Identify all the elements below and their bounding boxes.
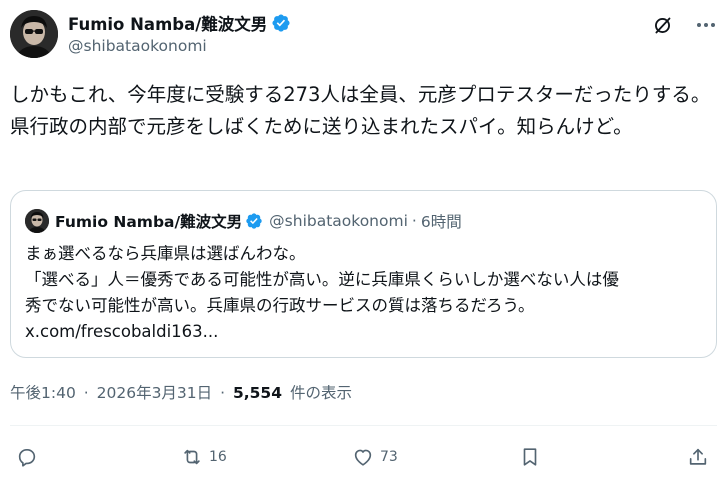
repost-icon bbox=[184, 449, 200, 465]
quoted-text-line: まぁ選べるなら兵庫県は選ばんわな。 bbox=[25, 244, 306, 263]
author-avatar[interactable] bbox=[10, 10, 58, 58]
post-header: Fumio Namba/難波文男 @shibataokonomi bbox=[10, 10, 717, 62]
post-time[interactable]: 午後1:40 bbox=[10, 384, 76, 402]
meta-separator: · bbox=[220, 384, 226, 402]
like-count: 73 bbox=[380, 449, 398, 465]
bookmark-icon bbox=[523, 448, 537, 466]
quoted-post-text: まぁ選べるなら兵庫県は選ばんわな。 「選べる」人＝優秀である可能性が高い。逆に兵… bbox=[25, 241, 707, 345]
grok-slash-icon[interactable] bbox=[651, 14, 673, 36]
quoted-text-line: 秀でない可能性が高い。兵庫県の行政サービスの質は落ちるだろう。 bbox=[25, 296, 535, 315]
more-dots-icon[interactable] bbox=[695, 14, 717, 36]
action-bar: 16 73 bbox=[10, 442, 717, 476]
heart-icon bbox=[354, 449, 372, 466]
author-display-name[interactable]: Fumio Namba/難波文男 bbox=[68, 11, 267, 35]
like-button[interactable]: 73 bbox=[351, 442, 398, 472]
quoted-link[interactable]: x.com/frescobaldi163... bbox=[25, 319, 707, 345]
post-timestamp-row: 午後1:40 · 2026年3月31日 · 5,554 件の表示 bbox=[10, 381, 352, 403]
meta-separator: · bbox=[83, 384, 89, 402]
repost-button[interactable]: 16 bbox=[180, 442, 227, 472]
post-body-text: しかもこれ、今年度に受験する273人は全員、元彦プロテスターだったりする。県行政… bbox=[10, 83, 711, 138]
reply-button[interactable] bbox=[16, 442, 43, 472]
quoted-text-line: 「選べる」人＝優秀である可能性が高い。逆に兵庫県くらいしか選べない人は優 bbox=[25, 270, 619, 289]
quoted-verified-badge-icon bbox=[246, 213, 262, 229]
bookmark-button[interactable] bbox=[519, 442, 546, 472]
share-button[interactable] bbox=[687, 442, 714, 472]
quoted-author-handle: @shibataokonomi bbox=[269, 212, 408, 230]
post-date[interactable]: 2026年3月31日 bbox=[97, 384, 213, 402]
quoted-meta-separator: · bbox=[411, 212, 417, 230]
author-handle[interactable]: @shibataokonomi bbox=[68, 37, 291, 55]
views-count: 5,554 bbox=[232, 384, 282, 402]
repost-count: 16 bbox=[209, 449, 227, 465]
quoted-author-avatar bbox=[25, 209, 49, 233]
share-icon bbox=[689, 448, 707, 465]
quoted-post-time: 6時間 bbox=[420, 213, 462, 231]
quoted-post-card[interactable]: Fumio Namba/難波文男 @shibataokonomi · 6時間 ま… bbox=[10, 190, 717, 358]
action-divider bbox=[10, 425, 717, 426]
quoted-author-display-name: Fumio Namba/難波文男 bbox=[55, 213, 243, 231]
verified-badge-icon bbox=[272, 14, 290, 32]
reply-icon bbox=[18, 449, 36, 467]
views-label: 件の表示 bbox=[289, 384, 352, 402]
